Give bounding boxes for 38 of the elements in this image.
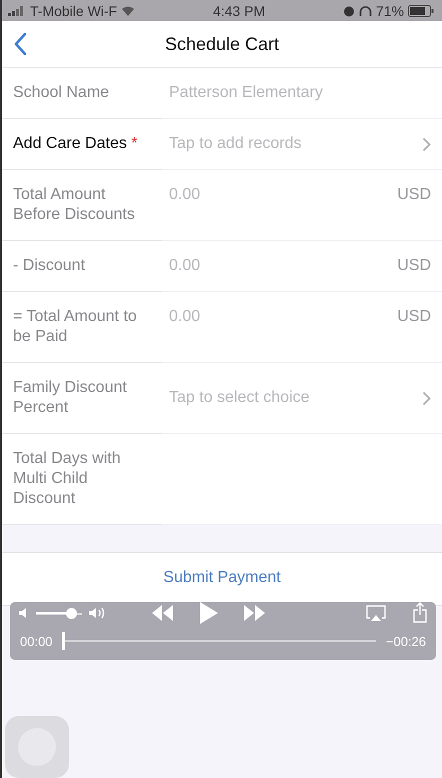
field-label: Total Days with Multi Child Discount bbox=[13, 450, 121, 507]
share-button[interactable] bbox=[412, 602, 428, 624]
amount-value: 0.00 bbox=[169, 307, 202, 327]
signal-icon bbox=[8, 6, 26, 16]
assistive-touch-button[interactable] bbox=[5, 716, 69, 778]
field-label: Add Care Dates bbox=[13, 135, 127, 152]
volume-slider[interactable] bbox=[36, 608, 82, 618]
elapsed-time: 00:00 bbox=[20, 634, 53, 648]
back-icon bbox=[14, 33, 26, 55]
amount-value: 0.00 bbox=[169, 256, 202, 276]
field-label: - Discount bbox=[13, 257, 86, 274]
currency-label: USD bbox=[397, 185, 431, 205]
headphones-icon bbox=[358, 4, 372, 16]
screen-title: Schedule Cart bbox=[164, 34, 280, 54]
submit-payment-button[interactable]: Submit Payment bbox=[163, 569, 281, 587]
currency-label: USD bbox=[397, 307, 431, 327]
battery-percent: 71% bbox=[376, 2, 404, 18]
chevron-icon bbox=[422, 390, 431, 406]
wifi-icon bbox=[121, 6, 136, 16]
field-label: Family Discount Percent bbox=[13, 379, 127, 416]
field-label: = Total Amount to be Paid bbox=[13, 308, 137, 345]
picker-field[interactable]: Tap to add records bbox=[169, 134, 431, 154]
remaining-time: −00:26 bbox=[386, 634, 426, 648]
chevron-icon bbox=[422, 136, 431, 152]
play-button[interactable] bbox=[198, 602, 218, 624]
fast-forward-button[interactable] bbox=[242, 602, 266, 624]
progress-bar[interactable] bbox=[62, 632, 376, 650]
currency-label: USD bbox=[397, 256, 431, 276]
field-label: Total Amount Before Discounts bbox=[13, 186, 135, 223]
field-value: Patterson Elementary bbox=[169, 83, 324, 103]
picker-field[interactable]: Tap to select choice bbox=[169, 388, 431, 408]
status-time: 4:43 PM bbox=[212, 2, 266, 18]
carrier-name: T-Mobile Wi-F bbox=[30, 2, 118, 18]
amount-value: 0.00 bbox=[169, 185, 202, 205]
battery-icon bbox=[408, 4, 434, 16]
field-label: School Name bbox=[13, 84, 110, 101]
required-asterisk: * bbox=[131, 135, 138, 152]
fast-forward-icon bbox=[242, 602, 266, 624]
